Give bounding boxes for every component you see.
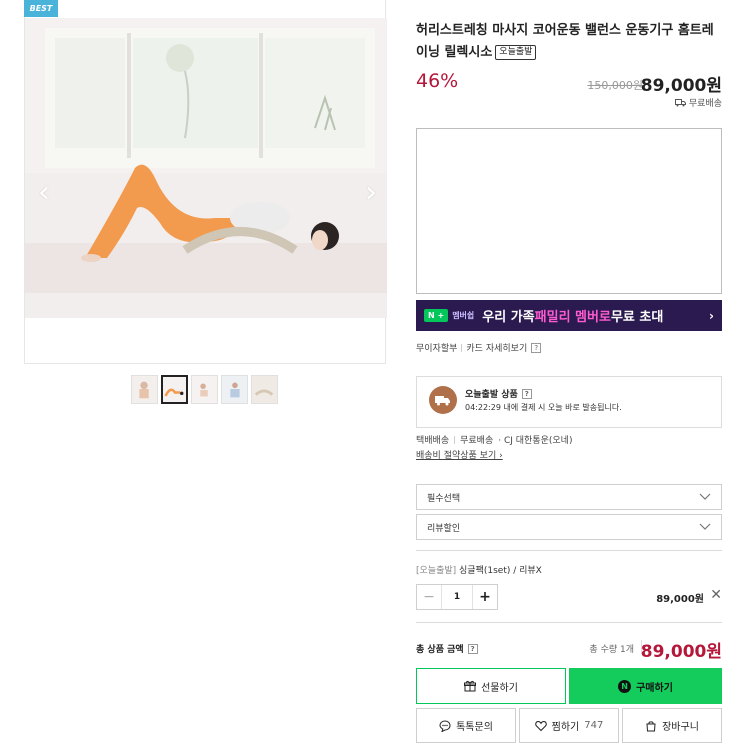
chevron-right-icon: › [365, 175, 377, 210]
option-price: 89,000원 [656, 594, 704, 605]
review-discount-label: 리뷰할인 [427, 523, 461, 534]
heart-icon [534, 720, 547, 731]
delivery-label: 택배배송 [416, 436, 450, 446]
total-quantity: 총 수량 1개 [589, 645, 634, 655]
qty-minus-button[interactable]: − [417, 585, 442, 609]
thumbnail-list [131, 375, 278, 404]
installment-label: 무이자할부 [416, 344, 458, 354]
promo-placeholder [416, 128, 722, 294]
divider [416, 550, 722, 551]
main-image-frame: ‹ › [24, 0, 387, 364]
option-tag: [오늘출발] [416, 566, 457, 576]
next-image-button[interactable]: › [365, 178, 377, 208]
naver-plus-badge: N + [424, 309, 449, 322]
gift-label: 선물하기 [481, 682, 518, 694]
today-ship-tag: 오늘출발 [495, 45, 537, 60]
option-name: 싱글팩(1set) / 리뷰X [456, 566, 542, 576]
thumbnail[interactable] [221, 375, 248, 404]
total-label-text: 총 상품 금액 [416, 645, 464, 655]
total-label: 총 상품 금액 ? [416, 642, 478, 655]
today-ship-title: 오늘출발 상품 ? [465, 387, 532, 400]
talk-label: 톡톡문의 [456, 722, 493, 733]
shopping-bag-icon [646, 720, 656, 731]
chat-icon [439, 719, 451, 732]
gift-icon [464, 680, 477, 692]
card-info-row: 무이자할부 카드 자세히보기 ? [416, 341, 542, 354]
quantity-stepper: − 1 + [416, 584, 498, 610]
total-price: 89,000원 [640, 642, 722, 662]
family-membership-banner[interactable]: N + 멤버쉽 우리 가족 패밀리 멤버로 무료 초대 › [416, 300, 722, 331]
product-title: 허리스트레칭 마사지 코어운동 밸런스 운동기구 홈트레이닝 릴렉시소 오늘출발 [416, 20, 722, 64]
naver-pay-icon: N [618, 679, 632, 693]
today-ship-desc: 04:22:29 내에 결제 시 오늘 바로 발송됩니다. [465, 403, 622, 412]
gift-button[interactable]: 선물하기 [416, 668, 566, 704]
today-ship-box: 오늘출발 상품 ? 04:22:29 내에 결제 시 오늘 바로 발송됩니다. [416, 376, 722, 428]
buy-label: 구매하기 [636, 682, 673, 694]
sale-price: 89,000원 [640, 76, 722, 96]
discount-rate: 46% [416, 70, 459, 92]
chevron-down-icon [699, 523, 711, 530]
truck-icon [429, 386, 457, 414]
selected-option: [오늘출발] 싱글팩(1set) / 리뷰X [416, 563, 542, 576]
banner-text-pre: 우리 가족 [482, 310, 535, 325]
thumbnail[interactable] [251, 375, 278, 404]
membership-label: 멤버쉽 [452, 311, 475, 320]
product-title-text: 허리스트레칭 마사지 코어운동 밸런스 운동기구 홈트레이닝 릴렉시소 [416, 23, 714, 60]
review-discount-select[interactable]: 리뷰할인 [416, 514, 722, 540]
qty-plus-button[interactable]: + [472, 585, 497, 609]
required-option-select[interactable]: 필수선택 [416, 484, 722, 510]
best-badge: BEST [24, 0, 58, 17]
today-ship-title-text: 오늘출발 상품 [465, 390, 518, 400]
prev-image-button[interactable]: ‹ [38, 178, 50, 208]
required-option-label: 필수선택 [427, 493, 461, 504]
delivery-info: 택배배송 무료배송 · CJ 대한통운(오네) [416, 433, 572, 446]
free-shipping-label: 무료배송 [688, 99, 722, 109]
banner-text-post: 무료 초대 [610, 310, 664, 325]
card-detail-link[interactable]: 카드 자세히보기 [466, 341, 527, 354]
cart-button[interactable]: 장바구니 [622, 708, 722, 743]
wish-count: 747 [584, 720, 604, 731]
remove-option-button[interactable]: ✕ [710, 587, 722, 603]
chevron-down-icon [699, 493, 711, 500]
divider [416, 622, 722, 623]
truck-icon [674, 98, 686, 106]
wish-label: 찜하기 [551, 722, 580, 733]
talk-inquiry-button[interactable]: 톡톡문의 [416, 708, 516, 743]
thumbnail[interactable] [191, 375, 218, 404]
thumbnail-active[interactable] [161, 375, 188, 404]
free-shipping: 무료배송 [674, 96, 722, 109]
delivery-carrier: · CJ 대한통운(오네) [498, 436, 573, 446]
product-gallery: BEST ‹ › [24, 0, 388, 750]
banner-text-highlight: 패밀리 멤버로 [534, 310, 611, 325]
help-icon[interactable]: ? [531, 342, 542, 353]
divider [454, 435, 456, 444]
cart-label: 장바구니 [662, 722, 699, 733]
chevron-right-icon: › [709, 308, 714, 323]
delivery-value: 무료배송 [460, 436, 494, 446]
wishlist-button[interactable]: 찜하기 747 [519, 708, 619, 743]
buy-button[interactable]: N 구매하기 [569, 668, 722, 704]
help-icon[interactable]: ? [467, 643, 478, 654]
chevron-left-icon: ‹ [38, 175, 50, 210]
original-price: 150,000원 [587, 79, 643, 92]
help-icon[interactable]: ? [521, 388, 532, 399]
stretching-photo [25, 18, 387, 318]
divider [461, 343, 463, 352]
thumbnail[interactable] [131, 375, 158, 404]
qty-value[interactable]: 1 [442, 585, 472, 609]
main-product-image: ‹ › [25, 18, 387, 318]
shipping-saving-link[interactable]: 배송비 절약상품 보기 › [416, 448, 503, 461]
